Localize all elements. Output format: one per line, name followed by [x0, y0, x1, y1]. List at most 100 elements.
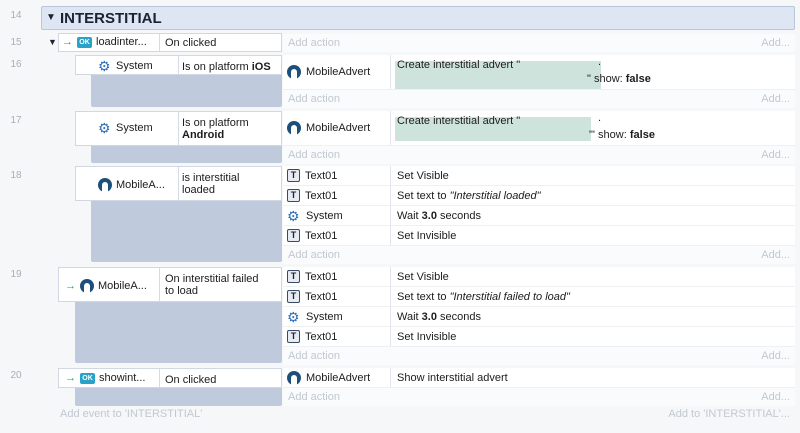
action-object: ⚙ System — [287, 309, 343, 325]
condition-text: Is on platform Android — [182, 117, 249, 141]
mobile-advert-icon — [287, 121, 301, 135]
action-object: MobileAdvert — [287, 371, 370, 385]
action-object: T Text01 — [287, 169, 337, 182]
condition-object-name: MobileA... — [116, 179, 165, 191]
action-text: Wait 3.0 seconds — [397, 311, 481, 323]
collapse-triangle-icon[interactable]: ▼ — [46, 12, 56, 23]
event-15-condition[interactable]: → OK loadinter... On clicked — [58, 33, 282, 52]
mobile-advert-icon — [98, 178, 112, 192]
condition-text: On clicked — [165, 374, 217, 386]
add-action-link[interactable]: Add action — [288, 93, 340, 105]
action-object: T Text01 — [287, 189, 337, 202]
condition-object-name: showint... — [99, 372, 146, 384]
text-object-icon: T — [287, 229, 300, 242]
condition-object: MobileA... — [76, 167, 178, 194]
event-sheet: 14 15 16 17 18 19 20 ▼ INTERSTITIAL ▼ → … — [0, 0, 800, 433]
line-number: 19 — [10, 269, 22, 280]
collapse-triangle-icon[interactable]: ▼ — [48, 37, 57, 47]
condition-object-name: MobileA... — [98, 280, 147, 292]
add-action-row[interactable]: Add action Add... — [283, 90, 795, 108]
action-text: Show interstitial advert — [397, 372, 508, 384]
mobile-advert-icon — [287, 371, 301, 385]
add-action-row[interactable]: Add action Add... — [283, 388, 795, 406]
action-text: Set Visible — [397, 170, 449, 182]
action-text: Set text to "Interstitial loaded" — [397, 190, 541, 202]
text-object-icon: T — [287, 330, 300, 343]
add-action-link[interactable]: Add action — [288, 391, 340, 403]
action-text: Wait 3.0 seconds — [397, 210, 481, 222]
action-object-name: MobileAdvert — [306, 66, 371, 78]
action-object: MobileAdvert — [287, 121, 370, 135]
add-action-link[interactable]: Add action — [288, 149, 340, 161]
group-header[interactable]: ▼ INTERSTITIAL — [41, 6, 795, 30]
gear-icon: ⚙ — [98, 58, 111, 74]
action-row[interactable]: T Text01 Set text to "Interstitial failed… — [283, 287, 795, 307]
add-link[interactable]: Add... — [761, 391, 790, 403]
add-link[interactable]: Add... — [761, 37, 790, 49]
event-17-condition[interactable]: ⚙ System Is on platform Android — [75, 111, 282, 146]
action-row[interactable]: T Text01 Set Invisible — [283, 226, 795, 246]
action-text: Set text to "Interstitial failed to load… — [397, 291, 570, 303]
mobile-advert-icon — [287, 65, 301, 79]
line-number: 16 — [10, 59, 22, 70]
condition-object: → OK showint... — [59, 369, 159, 386]
add-to-group-link[interactable]: Add to 'INTERSTITIAL'... — [668, 408, 790, 420]
trigger-arrow-icon: → — [62, 36, 73, 48]
condition-text: Is on platform iOS — [182, 61, 271, 73]
gear-icon: ⚙ — [287, 208, 300, 224]
action-object: T Text01 — [287, 270, 337, 283]
action-row[interactable]: MobileAdvert Show interstitial advert — [283, 368, 795, 388]
add-link[interactable]: Add... — [761, 149, 790, 161]
action-dot: . — [598, 56, 602, 68]
text-object-icon: T — [287, 290, 300, 303]
action-text: Create interstitial advert " — [397, 115, 521, 127]
action-object: T Text01 — [287, 229, 337, 242]
add-action-row[interactable]: Add action Add... — [283, 347, 795, 365]
action-row[interactable]: ⚙ System Wait 3.0 seconds — [283, 206, 795, 226]
add-action-row[interactable]: Add action Add... — [283, 246, 795, 264]
event-19-condition[interactable]: → MobileA... On interstitial failed to lo… — [58, 267, 282, 302]
add-link[interactable]: Add... — [761, 249, 790, 261]
action-dot: . — [598, 112, 602, 124]
text-object-icon: T — [287, 189, 300, 202]
button-object-icon: OK — [77, 36, 92, 48]
condition-object-name: System — [116, 122, 153, 134]
add-action-row[interactable]: Add action Add... — [283, 146, 795, 164]
add-link[interactable]: Add... — [761, 350, 790, 362]
add-link[interactable]: Add... — [761, 93, 790, 105]
event-18-condition[interactable]: MobileA... is interstitial loaded — [75, 166, 282, 201]
trigger-arrow-icon: → — [65, 280, 76, 292]
add-action-link[interactable]: Add action — [288, 249, 340, 261]
action-row[interactable]: MobileAdvert Create interstitial advert … — [283, 111, 795, 146]
line-number: 17 — [10, 115, 22, 126]
action-text: Set Invisible — [397, 331, 457, 343]
line-number: 15 — [10, 37, 22, 48]
event-20-condition[interactable]: → OK showint... On clicked — [58, 368, 282, 388]
action-object: ⚙ System — [287, 208, 343, 224]
action-tail: "' show: false — [589, 129, 655, 141]
group-title: INTERSTITIAL — [60, 10, 162, 27]
add-action-link[interactable]: Add action — [288, 37, 340, 49]
action-row[interactable]: T Text01 Set Invisible — [283, 327, 795, 347]
condition-object: → MobileA... — [59, 268, 159, 295]
gear-icon: ⚙ — [287, 309, 300, 325]
action-row[interactable]: T Text01 Set text to "Interstitial loaded… — [283, 186, 795, 206]
event-16-condition[interactable]: ⚙ System Is on platform iOS — [75, 55, 282, 75]
add-action-link[interactable]: Add action — [288, 350, 340, 362]
mobile-advert-icon — [80, 279, 94, 293]
condition-object: → OK loadinter... — [59, 34, 159, 50]
action-row[interactable]: T Text01 Set Visible — [283, 166, 795, 186]
action-object-name: MobileAdvert — [306, 122, 371, 134]
action-row[interactable]: MobileAdvert Create interstitial advert … — [283, 55, 795, 90]
action-row[interactable]: ⚙ System Wait 3.0 seconds — [283, 307, 795, 327]
action-object: T Text01 — [287, 290, 337, 303]
condition-text: is interstitial loaded — [182, 172, 240, 196]
add-action-row[interactable]: Add action Add... — [283, 34, 795, 52]
action-row[interactable]: T Text01 Set Visible — [283, 267, 795, 287]
action-text: Create interstitial advert " — [397, 59, 521, 71]
button-object-icon: OK — [80, 372, 95, 384]
condition-text: On clicked — [165, 37, 217, 49]
add-event-link[interactable]: Add event to 'INTERSTITIAL' — [60, 408, 202, 420]
line-number: 18 — [10, 170, 22, 181]
gear-icon: ⚙ — [98, 120, 111, 136]
